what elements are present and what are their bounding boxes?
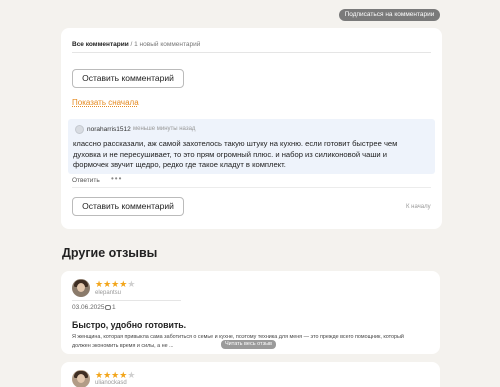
comment-count-value: 1: [112, 304, 116, 311]
star-filled-icon: ★: [103, 370, 112, 380]
star-filled-icon: ★: [95, 370, 104, 380]
comment-count: 1: [105, 304, 116, 311]
leave-comment-button-bottom[interactable]: Оставить комментарий: [72, 197, 184, 216]
to-top-link[interactable]: К началу: [406, 204, 431, 210]
review-title[interactable]: Быстро, удобно готовить.: [72, 320, 186, 330]
divider: [72, 187, 431, 188]
reply-button[interactable]: Ответить: [72, 177, 100, 184]
review-author[interactable]: elepantsu: [95, 290, 121, 296]
comment-time: меньше минуты назад: [133, 126, 196, 132]
avatar-face: [77, 374, 85, 383]
leave-comment-button[interactable]: Оставить комментарий: [72, 69, 184, 88]
subscribe-comments-button[interactable]: Подписаться на комментарии: [339, 9, 440, 21]
avatar: [72, 370, 90, 387]
read-full-review-button[interactable]: Читать весь отзыв: [221, 340, 276, 349]
comment-text: классно рассказали, аж самой захотелось …: [73, 139, 398, 169]
comments-card: Все комментарии / 1 новый комментарий Ос…: [61, 28, 442, 229]
avatar: [72, 279, 90, 297]
tab-new-comments[interactable]: / 1 новый комментарий: [131, 41, 201, 48]
tabs-divider: [72, 52, 431, 53]
review-date: 03.06.2025: [72, 304, 105, 311]
divider: [72, 300, 181, 301]
review-card[interactable]: ★★★★★ ulianockasd: [61, 362, 440, 387]
avatar-face: [77, 283, 85, 292]
rating-stars: ★★★★★: [95, 279, 135, 290]
tab-all-comments[interactable]: Все комментарии: [72, 41, 129, 48]
comment-icon: [105, 305, 111, 310]
star-filled-icon: ★: [95, 279, 104, 289]
review-card[interactable]: ★★★★★ elepantsu 03.06.2025 1 Быстро, удо…: [61, 271, 440, 354]
comment-item: noraharris1512 меньше минуты назад класс…: [68, 119, 435, 174]
other-reviews-heading: Другие отзывы: [62, 246, 158, 260]
star-empty-icon: ★: [127, 370, 136, 380]
star-empty-icon: ★: [127, 279, 136, 289]
comments-tabs: Все комментарии / 1 новый комментарий: [72, 41, 200, 48]
avatar: [75, 125, 84, 134]
more-options-icon[interactable]: •••: [111, 174, 122, 183]
star-filled-icon: ★: [103, 279, 112, 289]
show-first-link[interactable]: Показать сначала: [72, 98, 139, 107]
comment-author[interactable]: noraharris1512: [87, 126, 131, 133]
review-author[interactable]: ulianockasd: [95, 380, 127, 386]
